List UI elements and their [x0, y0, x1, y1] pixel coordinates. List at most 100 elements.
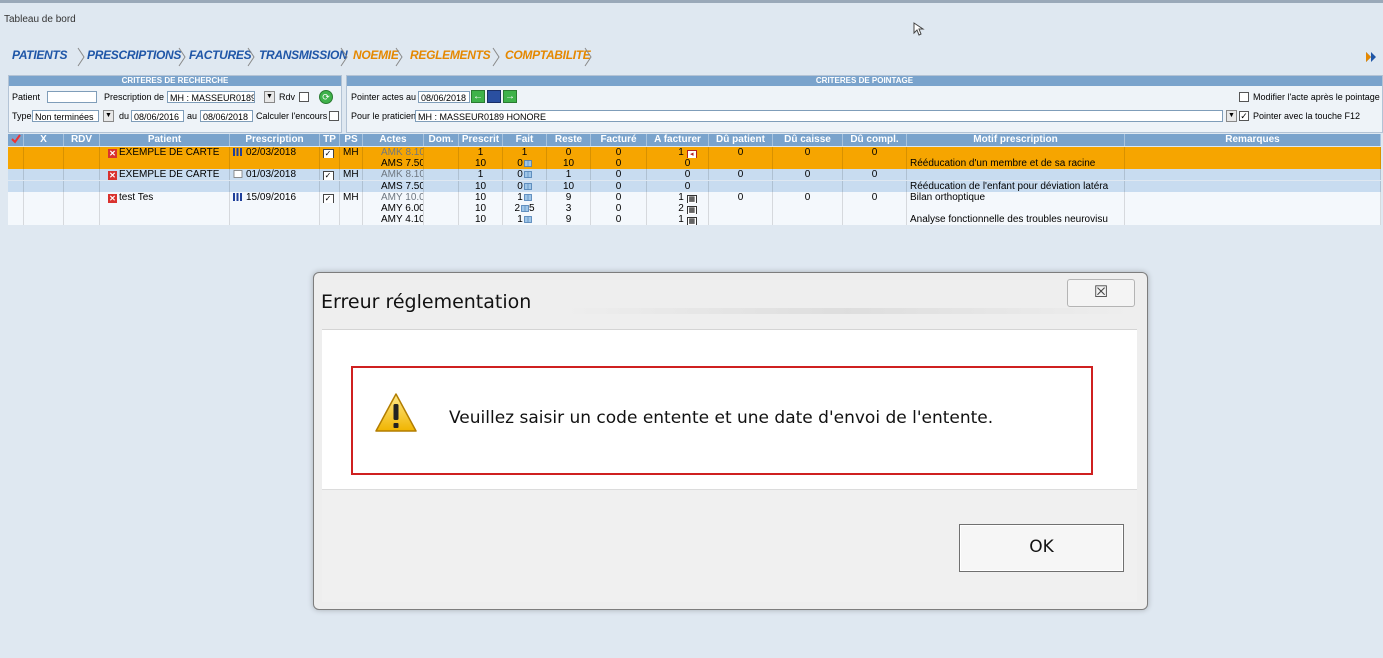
session-grid-icon[interactable]	[523, 160, 532, 168]
invoice-icon[interactable]: ▦	[686, 206, 697, 214]
nav-comptabilite[interactable]: COMPTABILITE	[505, 48, 591, 66]
cell-tp: ✓	[320, 147, 340, 158]
patient-card-icon: ✕	[108, 149, 117, 158]
close-icon: ☒	[1093, 284, 1109, 301]
nav-separator-icon	[340, 47, 348, 67]
cell-du-caisse: 0	[773, 169, 843, 181]
nav-transmission[interactable]: TRANSMISSION	[259, 48, 348, 66]
dialog-title-shadow	[562, 308, 1132, 314]
header-rdv[interactable]: RDV	[64, 134, 100, 146]
nav-next-icon[interactable]	[1365, 48, 1377, 66]
header-check[interactable]	[8, 134, 24, 146]
calculer-encours-checkbox[interactable]	[329, 111, 339, 121]
cell-ps	[340, 180, 363, 192]
pointer-date-input[interactable]: 08/06/2018	[418, 91, 470, 103]
praticien-select[interactable]: MH : MASSEUR0189 HONORE	[415, 110, 1223, 122]
facture-value: 0	[615, 214, 622, 226]
nav-separator-icon	[178, 47, 186, 67]
session-grid-icon[interactable]	[523, 193, 532, 201]
session-grid-icon[interactable]	[523, 182, 532, 190]
chevron-down-icon[interactable]: ▼	[264, 91, 275, 103]
table-row[interactable]: ✕ EXEMPLE DE CARTE 02/03/2018 ✓ MH AMK 8.10 1 1…	[8, 147, 1381, 158]
cell-acte: AMY 4.10	[363, 214, 424, 226]
au-label: au	[187, 111, 198, 121]
cell-reste: 1	[547, 169, 591, 181]
header-fait[interactable]: Fait	[503, 134, 547, 146]
acte-value: AMS 7.50	[381, 180, 424, 192]
header-x[interactable]: X	[24, 134, 64, 146]
cell-reste: 3	[547, 203, 591, 214]
chevron-down-icon[interactable]: ▼	[1226, 110, 1237, 122]
header-a-facturer[interactable]: A facturer	[647, 134, 709, 146]
invoice-back-icon[interactable]: ◂	[686, 150, 697, 158]
error-highlight-frame: Veuillez saisir un code entente et une d…	[351, 366, 1093, 475]
ok-button[interactable]: OK	[959, 524, 1124, 572]
rdv-checkbox[interactable]	[299, 92, 309, 102]
header-du-patient[interactable]: Dû patient	[709, 134, 773, 146]
header-remarques[interactable]: Remarques	[1125, 134, 1381, 146]
pointage-criteria-panel: CRITERES DE POINTAGE Pointer actes au 08…	[346, 75, 1383, 133]
cell-du-compl: 0	[843, 191, 907, 203]
header-actes[interactable]: Actes	[363, 134, 424, 146]
table-row[interactable]: ✕ EXEMPLE DE CARTE 01/03/2018 ✓ MH AMK 8.10 1 0…	[8, 169, 1381, 181]
cell-patient: ✕ EXEMPLE DE CARTE	[100, 169, 230, 181]
header-prescription[interactable]: Prescription	[230, 134, 320, 146]
nav-reglements[interactable]: REGLEMENTS	[410, 48, 491, 66]
cell-dom	[424, 214, 459, 226]
next-day-icon[interactable]: →	[503, 90, 517, 103]
nav-noemie[interactable]: NOEMIE	[353, 48, 399, 66]
type-select[interactable]: Non terminées	[32, 110, 99, 122]
cell-du-compl	[843, 180, 907, 192]
header-du-caisse[interactable]: Dû caisse	[773, 134, 843, 146]
header-motif[interactable]: Motif prescription	[907, 134, 1125, 146]
au-date-input[interactable]: 08/06/2018	[200, 110, 253, 122]
invoice-icon[interactable]: ▦	[686, 194, 697, 203]
patient-card-icon: ✕	[108, 193, 117, 203]
cell-remarques	[1125, 158, 1381, 170]
header-patient[interactable]: Patient	[100, 134, 230, 146]
table-row[interactable]: AMS 7.50 10 0 10 0 0 Rééducation d'un membre e…	[8, 158, 1381, 170]
table-row[interactable]: AMY 4.10 10 1 9 0 1 ▦ Analyse fonctionnelle des…	[8, 214, 1381, 226]
patient-input[interactable]	[47, 91, 97, 103]
nav-patients[interactable]: PATIENTS	[12, 48, 67, 66]
calendar-icon[interactable]	[487, 90, 501, 103]
header-du-compl[interactable]: Dû compl.	[843, 134, 907, 146]
cell-acte: AMY 6.00	[363, 203, 424, 214]
previous-day-icon[interactable]: ←	[471, 90, 485, 103]
fait-value: 0	[517, 169, 523, 181]
invoice-icon[interactable]: ▦	[686, 217, 697, 226]
header-ps[interactable]: PS	[340, 134, 363, 146]
a-facturer-value: 1	[678, 147, 684, 158]
modifier-acte-checkbox[interactable]	[1239, 92, 1249, 102]
cell-x	[24, 180, 64, 192]
prescription-de-select[interactable]: MH : MASSEUR0189 H	[167, 91, 255, 103]
table-row[interactable]: AMY 6.00 10 2 5 3 0 2 ▦	[8, 203, 1381, 214]
header-prescrit[interactable]: Prescrit	[459, 134, 503, 146]
session-grid-icon[interactable]	[521, 205, 529, 212]
session-grid-icon[interactable]	[523, 171, 532, 179]
motif-value: Bilan orthoptique	[910, 191, 986, 203]
cell-patient: ✕ EXEMPLE DE CARTE	[100, 147, 230, 158]
session-grid-icon[interactable]	[523, 216, 532, 224]
nav-prescriptions[interactable]: PRESCRIPTIONS	[87, 48, 181, 66]
du-label: du	[119, 111, 130, 121]
tp-checkbox[interactable]: ✓	[322, 193, 334, 203]
tp-checkbox[interactable]: ✓	[322, 149, 334, 158]
cell-a-facturer: 0	[647, 169, 709, 181]
f12-checkbox[interactable]: ✓	[1239, 111, 1249, 121]
header-tp[interactable]: TP	[320, 134, 340, 146]
cell-tp	[320, 180, 340, 192]
header-facture[interactable]: Facturé	[591, 134, 647, 146]
du-date-input[interactable]: 08/06/2016	[131, 110, 184, 122]
dialog-close-button[interactable]: ☒	[1067, 279, 1135, 307]
table-row[interactable]: AMS 7.50 10 0 10 0 0 Rééducation de l'enfant p…	[8, 180, 1381, 192]
nav-factures[interactable]: FACTURES	[189, 48, 252, 66]
cell-rdv	[64, 158, 100, 170]
cell-fait: 25	[503, 203, 547, 214]
tp-checkbox[interactable]: ✓	[322, 171, 334, 181]
header-dom[interactable]: Dom.	[424, 134, 459, 146]
refresh-icon[interactable]: ⟳	[319, 90, 333, 104]
chevron-down-icon[interactable]: ▼	[103, 110, 114, 122]
table-row[interactable]: ✕ test Tes 15/09/2016 ✓ MH AMY 10.0(10 1 9 0 1 ▦ 0 0…	[8, 191, 1381, 203]
header-reste[interactable]: Reste	[547, 134, 591, 146]
